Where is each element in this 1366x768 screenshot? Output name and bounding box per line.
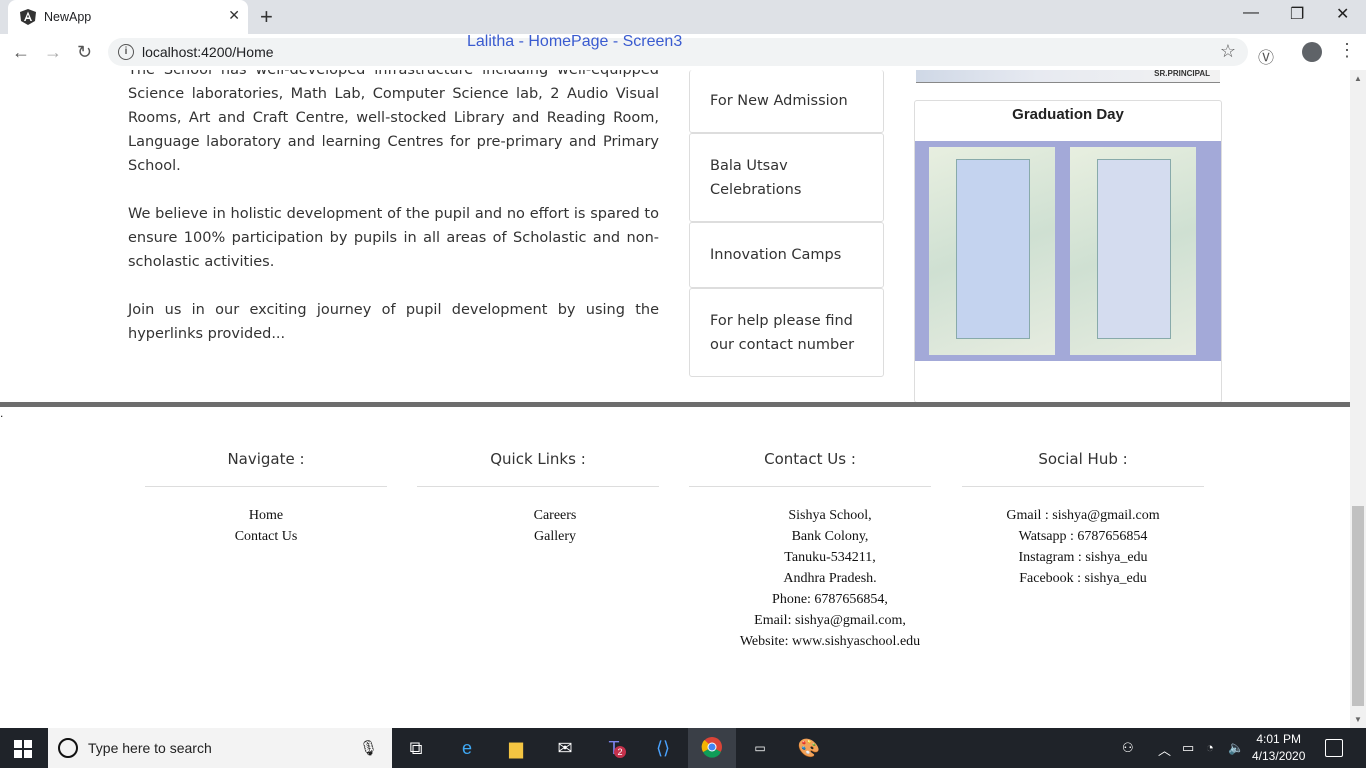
social-watsapp: Watsapp : 6787656854 xyxy=(1018,529,1148,544)
footer-link-careers[interactable]: Careers xyxy=(451,505,659,526)
chevron-up-icon[interactable]: ︿ xyxy=(1158,740,1171,759)
terminal-icon[interactable]: ▭ xyxy=(748,736,772,760)
minimize-icon[interactable]: — xyxy=(1243,4,1259,22)
cortana-icon xyxy=(58,738,78,758)
volume-icon[interactable]: 🔈 xyxy=(1228,740,1244,756)
clock-date: 4/13/2020 xyxy=(1252,749,1306,763)
card-new-admission[interactable]: For New Admission xyxy=(689,70,884,133)
footer-link-home[interactable]: Home xyxy=(145,505,387,526)
card-bala-utsav[interactable]: Bala Utsav Celebrations xyxy=(689,133,884,222)
browser-tab-strip: NewApp ✕ + — ❐ ✕ xyxy=(0,0,1366,34)
intro-paragraph: We believe in holistic development of th… xyxy=(128,206,659,270)
contact-line: Andhra Pradesh. xyxy=(783,571,877,586)
bookmark-star-icon[interactable]: ☆ xyxy=(1220,41,1236,62)
footer-link-gallery[interactable]: Gallery xyxy=(451,526,659,547)
reload-icon[interactable]: ↻ xyxy=(77,42,92,63)
card-innovation-camps[interactable]: Innovation Camps xyxy=(689,222,884,288)
new-tab-button[interactable]: + xyxy=(260,4,273,30)
intro-paragraph: Join us in our exciting journey of pupil… xyxy=(128,302,659,342)
graduation-title: Graduation Day xyxy=(1012,106,1124,123)
graduation-card: Graduation Day xyxy=(914,100,1222,403)
edge-icon[interactable]: e xyxy=(455,736,479,760)
file-explorer-icon[interactable]: ▆ xyxy=(504,736,528,760)
battery-icon[interactable]: ▭ xyxy=(1182,740,1194,756)
tab-title: NewApp xyxy=(44,10,92,24)
chrome-icon[interactable] xyxy=(700,736,724,760)
browser-toolbar: ← → ↻ i localhost:4200/Home ☆ xyxy=(0,34,1366,71)
footer-contact: Contact Us : Sishya School, Bank Colony,… xyxy=(689,450,931,652)
card-help-contact[interactable]: For help please find our contact number xyxy=(689,288,884,377)
task-view-icon[interactable]: ⧉ xyxy=(404,736,428,760)
contact-line: Bank Colony, xyxy=(791,529,869,544)
extension-icon[interactable]: Ⓥ xyxy=(1258,44,1274,68)
restore-icon[interactable]: ❐ xyxy=(1290,4,1304,24)
paint-icon[interactable]: 🎨 xyxy=(797,736,821,760)
windows-taskbar: Type here to search 🎙 ⧉ e ▆ ✉ T 2 ⟨⟩ ▭ 🎨… xyxy=(0,728,1366,768)
footer-heading: Social Hub : xyxy=(962,450,1204,487)
scroll-down-icon[interactable]: ▼ xyxy=(1354,715,1362,724)
browser-tab[interactable]: NewApp ✕ xyxy=(8,0,248,34)
divider-dot: . xyxy=(0,406,4,420)
contact-line: Phone: 6787656854, xyxy=(772,592,888,607)
contact-line: Email: sishya@gmail.com, xyxy=(754,613,906,628)
forward-icon[interactable]: → xyxy=(44,42,62,63)
social-gmail: Gmail : sishya@gmail.com xyxy=(1006,508,1160,523)
microphone-icon[interactable]: 🎙 xyxy=(359,739,378,757)
agenda-page xyxy=(1070,147,1196,355)
footer-link-contact[interactable]: Contact Us xyxy=(145,526,387,547)
page-scrollbar[interactable]: ▲ ▼ xyxy=(1350,70,1366,728)
footer-heading: Contact Us : xyxy=(689,450,931,487)
quick-cards: For New Admission Bala Utsav Celebration… xyxy=(689,70,884,377)
contact-line: Website: www.sishyaschool.edu xyxy=(739,634,921,649)
footer-heading: Navigate : xyxy=(145,450,387,487)
contact-line: Tanuku-534211, xyxy=(784,550,876,565)
banner-text: SR.PRINCIPAL xyxy=(1154,70,1210,78)
screen-caption: Lalitha - HomePage - Screen3 xyxy=(467,33,683,50)
people-icon[interactable]: ⚇ xyxy=(1122,740,1134,756)
close-tab-icon[interactable]: ✕ xyxy=(228,7,240,24)
close-window-icon[interactable]: ✕ xyxy=(1336,4,1349,24)
footer-heading: Quick Links : xyxy=(417,450,659,487)
windows-start-icon[interactable] xyxy=(14,740,32,758)
back-icon[interactable]: ← xyxy=(12,42,30,63)
scroll-up-icon[interactable]: ▲ xyxy=(1354,74,1362,83)
menu-icon[interactable]: ⋮ xyxy=(1338,40,1356,61)
intro-paragraph: The School has well-developed infrastruc… xyxy=(128,70,659,174)
social-instagram: Instagram : sishya_edu xyxy=(1018,550,1148,565)
footer-social: Social Hub : Gmail : sishya@gmail.com Wa… xyxy=(962,450,1204,589)
invitation-page xyxy=(929,147,1055,355)
footer-navigate: Navigate : Home Contact Us xyxy=(145,450,387,547)
social-facebook: Facebook : sishya_edu xyxy=(1019,571,1147,586)
info-icon[interactable]: i xyxy=(118,44,134,60)
scroll-thumb[interactable] xyxy=(1352,506,1364,706)
footer-quick-links: Quick Links : Careers Gallery xyxy=(417,450,659,547)
notification-icon[interactable] xyxy=(1325,739,1343,757)
banner-image: SR.PRINCIPAL xyxy=(916,70,1220,83)
mail-icon[interactable]: ✉ xyxy=(553,736,577,760)
page-content: The School has well-developed infrastruc… xyxy=(0,70,1350,728)
contact-line: Sishya School, xyxy=(788,508,872,523)
taskbar-search[interactable]: Type here to search 🎙 xyxy=(48,728,392,768)
section-divider xyxy=(0,402,1350,407)
profile-avatar[interactable] xyxy=(1302,42,1322,62)
graduation-image[interactable] xyxy=(915,141,1221,361)
vscode-icon[interactable]: ⟨⟩ xyxy=(651,736,675,760)
teams-badge: 2 xyxy=(614,746,626,758)
search-placeholder[interactable]: Type here to search xyxy=(88,740,212,756)
wifi-icon[interactable]: ◔ xyxy=(1206,740,1214,755)
intro-text: The School has well-developed infrastruc… xyxy=(128,70,659,370)
taskbar-clock[interactable]: 4:01 PM 4/13/2020 xyxy=(1252,731,1305,765)
clock-time: 4:01 PM xyxy=(1256,732,1302,746)
url-text[interactable]: localhost:4200/Home xyxy=(142,44,274,60)
angular-icon xyxy=(20,9,36,25)
